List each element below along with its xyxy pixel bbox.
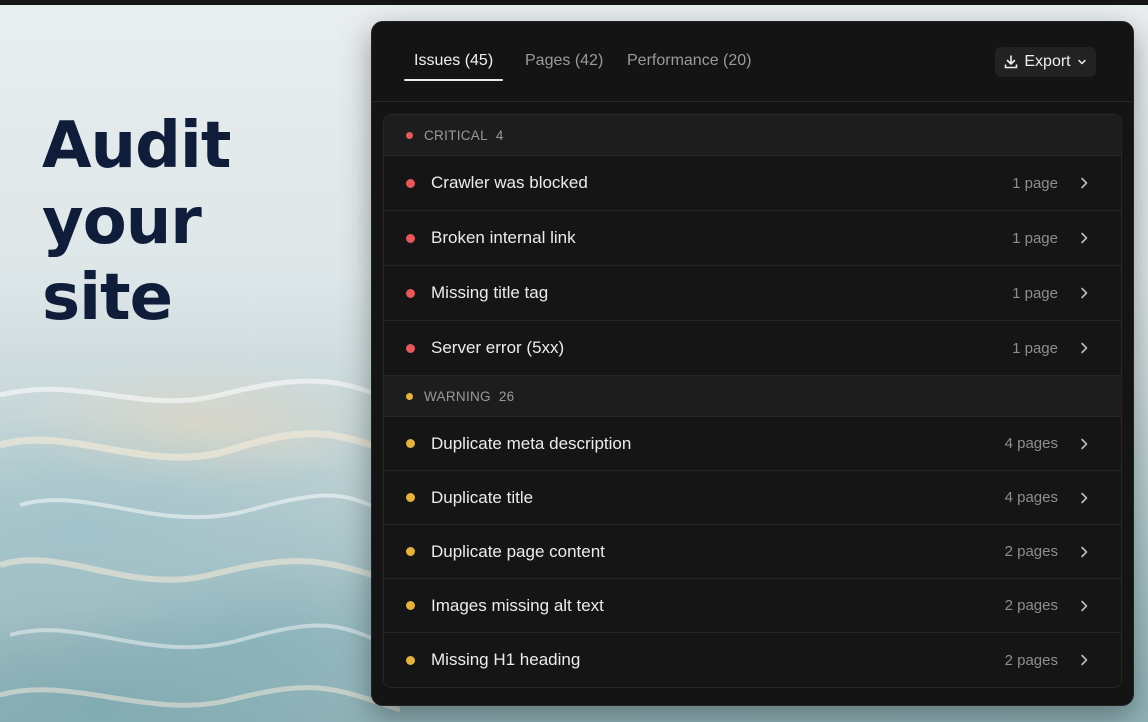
tab-performance[interactable]: Performance (20) (627, 52, 752, 70)
critical-dot-icon (406, 343, 415, 353)
list-item[interactable]: Missing title tag 1 page (384, 266, 1121, 321)
tab-bar: Issues (45) Pages (42) Performance (20) … (372, 22, 1133, 102)
chevron-right-icon (1081, 600, 1088, 611)
export-label: Export (1024, 53, 1071, 70)
issue-title: Crawler was blocked (431, 173, 588, 192)
critical-dot-icon (406, 178, 415, 188)
chevron-down-icon (1077, 59, 1086, 65)
issue-title: Missing H1 heading (431, 650, 581, 669)
list-item[interactable]: Missing H1 heading 2 pages (384, 633, 1121, 687)
issue-title: Images missing alt text (431, 595, 604, 615)
tab-issues[interactable]: Issues (45) (414, 52, 493, 70)
list-item[interactable]: Server error (5xx) 1 page (384, 321, 1121, 376)
issue-page-count: 2 pages (1004, 597, 1058, 614)
group-header-warning: WARNING 26 (384, 376, 1121, 417)
list-item[interactable]: Duplicate title 4 pages (384, 471, 1121, 525)
chevron-right-icon (1081, 287, 1088, 299)
issue-title: Server error (5xx) (431, 338, 565, 357)
list-item[interactable]: Crawler was blocked 1 page (384, 156, 1121, 211)
group-count: 4 (495, 127, 504, 143)
issue-page-count: 2 pages (1004, 651, 1058, 669)
chevron-right-icon (1081, 177, 1088, 189)
critical-dot-icon (406, 288, 415, 298)
issue-title: Missing title tag (431, 283, 549, 302)
export-button[interactable]: Export (995, 47, 1096, 77)
critical-dot-icon (406, 233, 415, 243)
critical-dot-icon (406, 131, 413, 139)
issue-page-count: 1 page (1012, 339, 1058, 357)
warning-dot-icon (406, 601, 415, 610)
chevron-right-icon (1081, 232, 1088, 244)
warning-dot-icon (406, 547, 415, 556)
issues-list: CRITICAL 4 Crawler was blocked 1 page Br… (383, 114, 1122, 688)
list-item[interactable]: Broken internal link 1 page (384, 211, 1121, 266)
issue-page-count: 1 page (1012, 174, 1058, 192)
warning-dot-icon (406, 493, 415, 502)
issue-title: Broken internal link (431, 228, 576, 247)
list-item[interactable]: Images missing alt text 2 pages (384, 579, 1121, 633)
warning-dot-icon (406, 439, 415, 448)
audit-panel: Issues (45) Pages (42) Performance (20) … (371, 21, 1134, 706)
issue-page-count: 4 pages (1004, 435, 1058, 452)
issue-page-count: 1 page (1012, 284, 1058, 302)
active-tab-indicator (404, 79, 503, 81)
list-item[interactable]: Duplicate meta description 4 pages (384, 417, 1121, 471)
chevron-right-icon (1081, 546, 1088, 557)
headline-line: site (42, 261, 173, 335)
issue-title: Duplicate title (431, 487, 534, 507)
issue-page-count: 2 pages (1004, 543, 1058, 560)
list-item[interactable]: Duplicate page content 2 pages (384, 525, 1121, 579)
issue-page-count: 1 page (1012, 229, 1058, 247)
river-waves-illustration (0, 378, 400, 713)
download-icon (1005, 55, 1018, 69)
warning-dot-icon (406, 392, 413, 400)
chevron-right-icon (1081, 654, 1088, 666)
issue-page-count: 4 pages (1004, 489, 1058, 506)
headline-line: your (42, 185, 202, 259)
tab-pages[interactable]: Pages (42) (525, 52, 603, 70)
chevron-right-icon (1081, 438, 1088, 449)
headline-line: Audit (42, 109, 231, 183)
group-name: WARNING (424, 388, 491, 404)
group-name: CRITICAL (424, 127, 488, 143)
issue-title: Duplicate page content (431, 541, 605, 561)
chevron-right-icon (1081, 342, 1088, 354)
chevron-right-icon (1081, 492, 1088, 503)
group-count: 26 (498, 388, 515, 404)
warning-dot-icon (406, 655, 415, 665)
group-header-critical: CRITICAL 4 (384, 115, 1121, 156)
issue-title: Duplicate meta description (431, 433, 632, 453)
hero-headline: Audit your site (42, 108, 231, 336)
